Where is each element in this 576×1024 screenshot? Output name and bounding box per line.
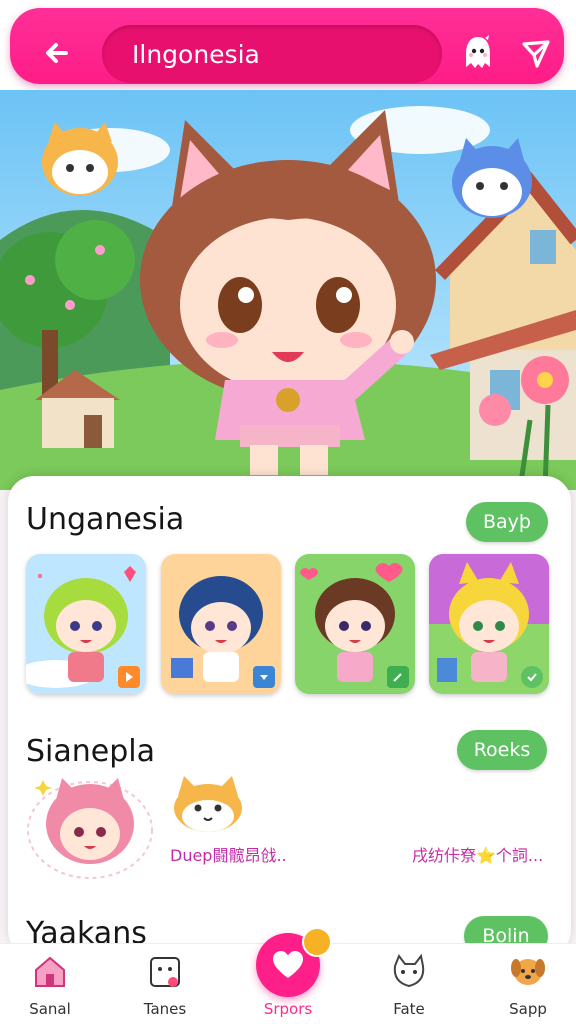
arrow-left-icon bbox=[46, 43, 68, 63]
nav-label-fate: Fate bbox=[393, 1000, 425, 1018]
pink-cat-girl-avatar bbox=[27, 778, 153, 879]
sianepla-avatar-1[interactable] bbox=[26, 774, 154, 880]
section-title-sianepla: Sianepla bbox=[26, 734, 155, 769]
cat-icon bbox=[393, 953, 425, 988]
nav-item-sapp[interactable]: Sapp bbox=[478, 944, 576, 1024]
header-container: Ilngonesia bbox=[10, 8, 564, 84]
search-field[interactable]: Ilngonesia bbox=[102, 25, 442, 83]
roeks-button[interactable]: Roeks bbox=[457, 730, 547, 770]
play-icon bbox=[118, 666, 140, 688]
notification-badge bbox=[302, 927, 332, 957]
sianepla-caption-2: 戌纺佧尞⭐个詞... bbox=[412, 846, 544, 865]
search-text: Ilngonesia bbox=[132, 39, 260, 69]
bayd-button[interactable]: Bayþ bbox=[466, 502, 548, 542]
edit-icon bbox=[387, 666, 409, 688]
nav-label-tanes: Tanes bbox=[143, 1000, 187, 1018]
nav-label-sapp: Sapp bbox=[509, 1000, 547, 1018]
character-thumb-1[interactable] bbox=[26, 554, 146, 694]
orange-cat-avatar bbox=[174, 776, 242, 832]
character-thumb-4[interactable] bbox=[429, 554, 549, 694]
character-thumb-3[interactable] bbox=[295, 554, 415, 694]
nav-item-sanal[interactable]: Sanal bbox=[0, 944, 100, 1024]
send-icon bbox=[522, 40, 550, 68]
home-icon bbox=[35, 956, 65, 987]
ghost-button[interactable] bbox=[458, 32, 498, 74]
heart-icon bbox=[273, 951, 303, 978]
sianepla-avatar-2[interactable] bbox=[168, 774, 248, 834]
top-bar: Ilngonesia bbox=[0, 0, 576, 90]
nav-label-sanal: Sanal bbox=[29, 1000, 71, 1018]
character-thumb-2[interactable] bbox=[161, 554, 281, 694]
hero-banner[interactable] bbox=[0, 90, 576, 490]
nav-item-fate[interactable]: Fate bbox=[359, 944, 459, 1024]
check-icon bbox=[521, 666, 543, 688]
ghost-icon bbox=[466, 35, 490, 68]
sianepla-caption-1: Duep闘髋昂戗.. bbox=[170, 846, 287, 865]
card-icon bbox=[150, 957, 180, 987]
dog-icon bbox=[511, 959, 545, 985]
send-button[interactable] bbox=[516, 34, 556, 74]
content-card: Unganesia Bayþ Sianepla Roeks Duep闘髋昂戗..… bbox=[8, 476, 571, 956]
back-button[interactable] bbox=[34, 30, 80, 76]
nav-item-tanes[interactable]: Tanes bbox=[115, 944, 215, 1024]
nav-label-srpors: Srpors bbox=[263, 1000, 313, 1018]
hero-illustration bbox=[0, 90, 576, 490]
down-icon bbox=[253, 666, 275, 688]
section-title-unganesia: Unganesia bbox=[26, 502, 185, 537]
